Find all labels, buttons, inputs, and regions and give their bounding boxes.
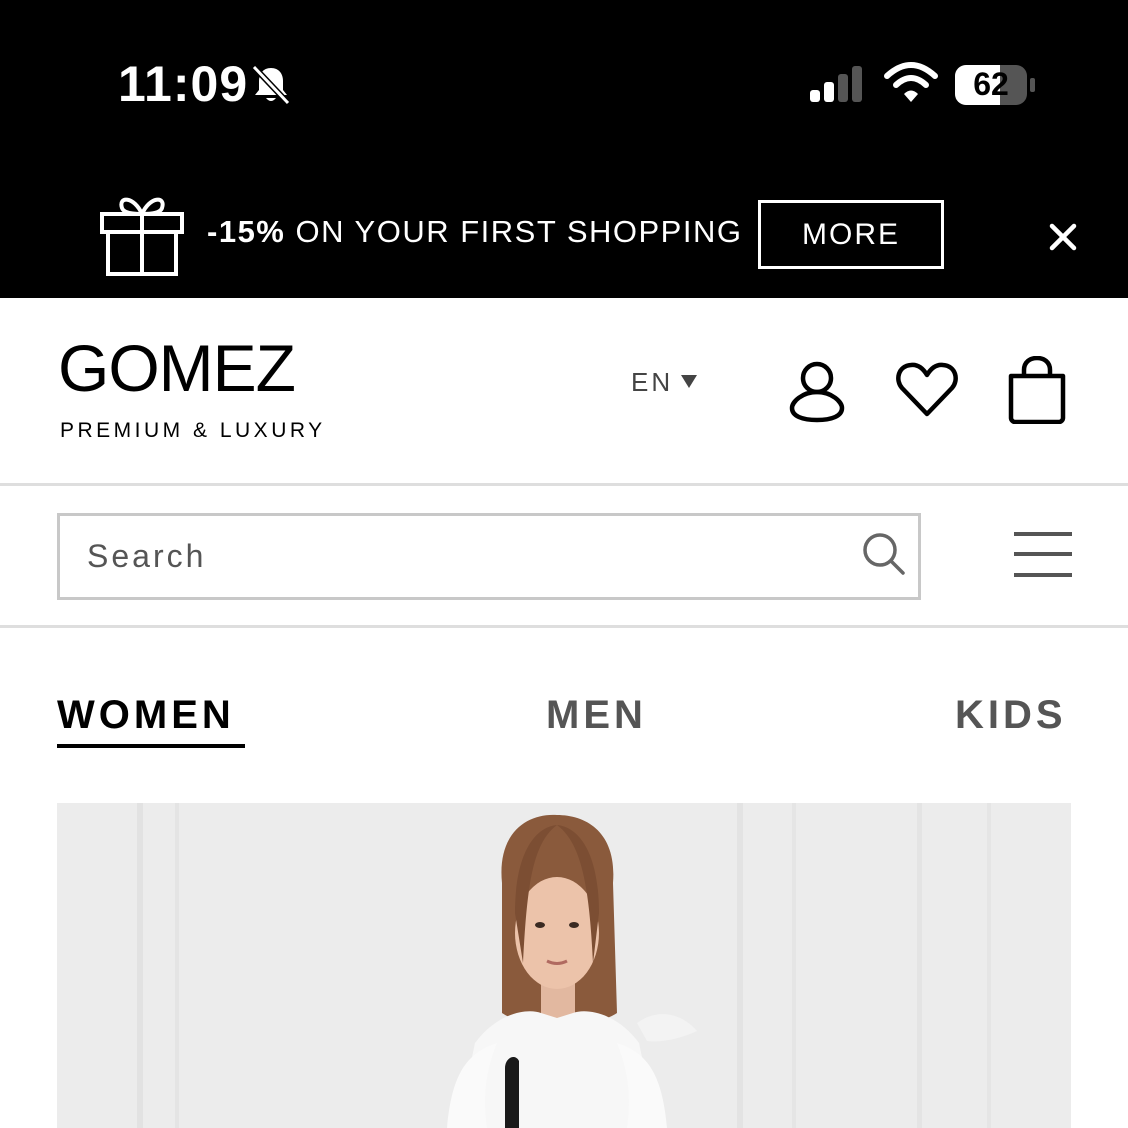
tab-kids[interactable]: KIDS	[955, 692, 1067, 738]
tab-women[interactable]: WOMEN	[57, 692, 235, 738]
promo-text: -15% ON YOUR FIRST SHOPPING	[207, 212, 742, 252]
brand-tagline: PREMIUM & LUXURY	[60, 419, 326, 442]
silent-bell-icon	[251, 64, 291, 106]
hamburger-menu-icon[interactable]	[1014, 530, 1072, 582]
caret-down-icon	[681, 374, 698, 388]
header-divider	[0, 483, 1128, 486]
gift-icon	[100, 197, 184, 276]
search-box[interactable]	[57, 513, 921, 600]
cellular-signal-icon	[810, 66, 862, 102]
search-divider	[0, 625, 1128, 628]
hero-banner-image[interactable]	[57, 803, 1071, 1128]
search-icon[interactable]	[860, 530, 908, 578]
brand-logo[interactable]: GOMEZ	[58, 332, 296, 404]
user-icon[interactable]	[784, 358, 850, 424]
status-time: 11:09	[118, 56, 249, 112]
language-label: EN	[631, 367, 674, 397]
active-tab-underline	[57, 744, 245, 748]
promo-more-button[interactable]: MORE	[758, 200, 944, 269]
search-input[interactable]	[87, 516, 847, 597]
language-selector[interactable]: EN	[631, 366, 698, 398]
close-icon[interactable]	[1040, 214, 1086, 260]
promo-discount: -15%	[207, 214, 286, 249]
battery-percent: 62	[973, 66, 1009, 102]
heart-icon[interactable]	[894, 360, 960, 420]
shopping-bag-icon[interactable]	[1006, 356, 1068, 424]
wifi-icon	[884, 62, 938, 102]
promo-message: ON YOUR FIRST SHOPPING	[285, 214, 743, 249]
hero-photo	[57, 803, 1071, 1128]
tab-men[interactable]: MEN	[546, 692, 647, 738]
